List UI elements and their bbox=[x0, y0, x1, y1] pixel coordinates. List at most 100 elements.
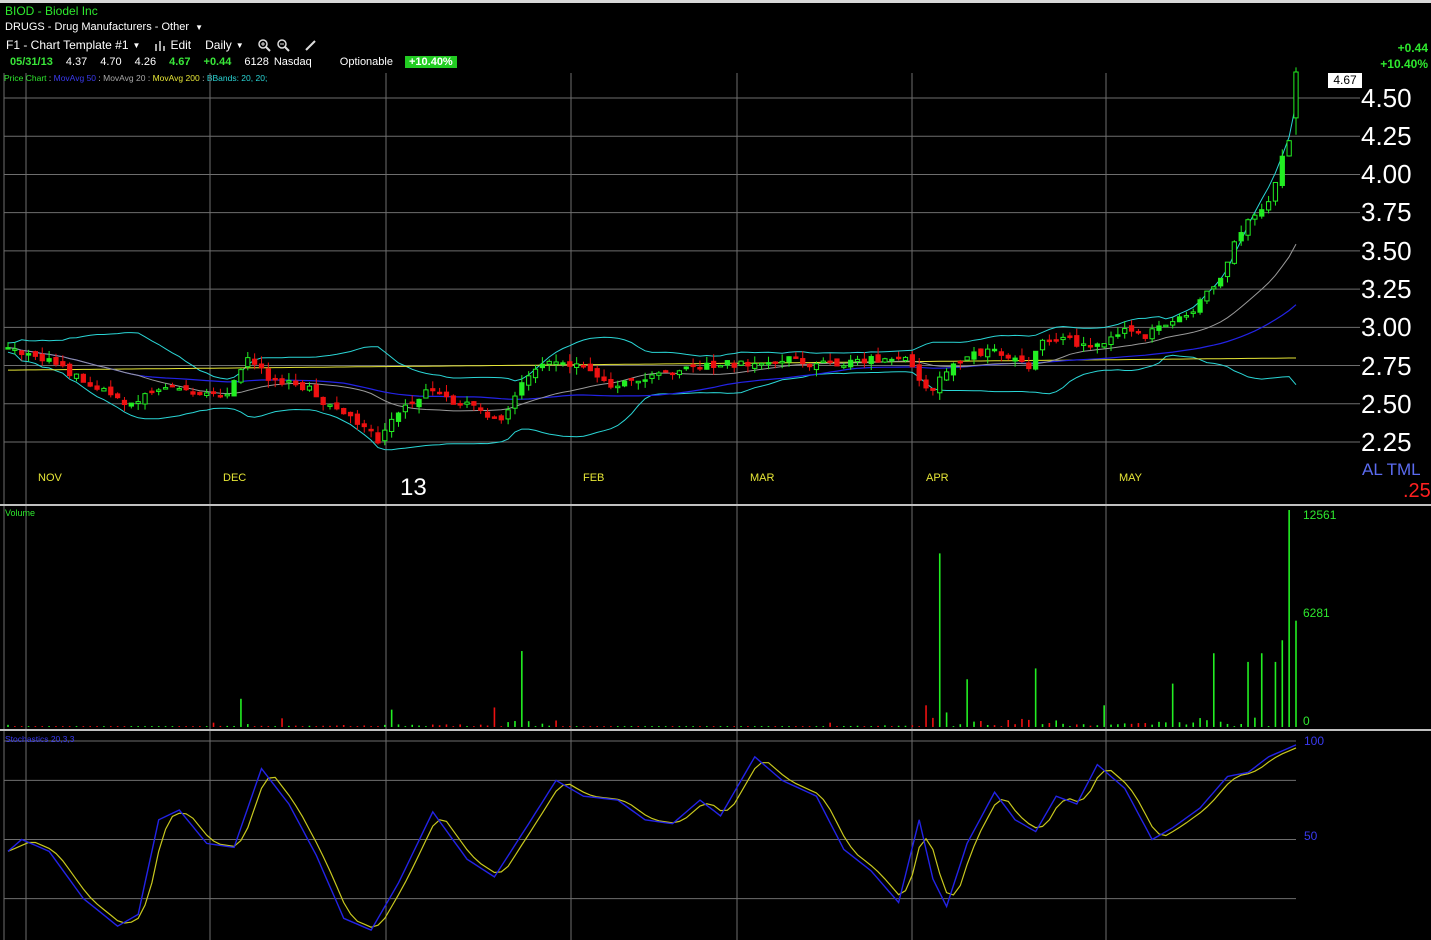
candle-body bbox=[608, 379, 614, 388]
candle-body bbox=[1122, 328, 1128, 334]
candle bbox=[286, 373, 292, 390]
volume-stoch-separator[interactable] bbox=[0, 729, 1431, 731]
candle-body bbox=[224, 393, 230, 397]
candle-body bbox=[313, 384, 319, 398]
candle-body bbox=[258, 363, 265, 369]
x-tick-label: APR bbox=[926, 472, 949, 484]
candle-body bbox=[46, 358, 52, 362]
candle-body bbox=[1115, 334, 1121, 337]
candle-body bbox=[450, 395, 456, 405]
stoch-panel-label: Stochastics 20,3,3 bbox=[5, 734, 75, 744]
candle-body bbox=[162, 387, 169, 390]
candle-body bbox=[601, 376, 607, 382]
candle-body bbox=[656, 372, 662, 376]
candle bbox=[1019, 348, 1025, 363]
candle bbox=[621, 379, 628, 388]
candle bbox=[628, 377, 635, 386]
candle-body bbox=[1128, 325, 1135, 332]
price-volume-separator[interactable] bbox=[0, 504, 1431, 506]
candle-body bbox=[793, 356, 799, 359]
candle bbox=[471, 401, 477, 411]
candle bbox=[142, 392, 148, 410]
candle bbox=[1053, 332, 1059, 344]
candle-body bbox=[375, 432, 381, 444]
candle-body bbox=[197, 391, 203, 396]
candle-body bbox=[1019, 355, 1025, 362]
candle-body bbox=[1238, 232, 1244, 242]
candle bbox=[12, 342, 18, 355]
candle bbox=[135, 394, 141, 410]
candle-body bbox=[423, 389, 429, 399]
candle-body bbox=[1272, 181, 1279, 202]
volume-tick-label: 6281 bbox=[1303, 606, 1330, 620]
candle-body bbox=[724, 360, 730, 366]
candle bbox=[149, 387, 155, 396]
candle-body bbox=[39, 353, 45, 362]
candle-body bbox=[930, 387, 936, 391]
candle-body bbox=[409, 401, 415, 405]
candle-body bbox=[135, 401, 141, 404]
candle-body bbox=[1197, 299, 1203, 313]
candle-body bbox=[80, 373, 86, 383]
candle-body bbox=[574, 363, 580, 368]
candle-body bbox=[875, 354, 881, 363]
candle-body bbox=[978, 348, 984, 356]
candle bbox=[1033, 350, 1039, 371]
candle bbox=[299, 380, 306, 392]
candle-body bbox=[478, 407, 484, 411]
candle bbox=[1265, 195, 1272, 214]
candle bbox=[717, 364, 724, 368]
candle-body bbox=[19, 350, 25, 356]
candle bbox=[574, 357, 580, 375]
candle-body bbox=[882, 358, 888, 363]
candle bbox=[587, 357, 593, 372]
y-tick-label: 2.75 bbox=[1361, 351, 1412, 381]
candle bbox=[1122, 321, 1128, 339]
candle-body bbox=[841, 365, 847, 368]
candle-body bbox=[73, 373, 80, 379]
candle-body bbox=[121, 399, 128, 406]
candle bbox=[197, 391, 203, 396]
candle-body bbox=[1170, 321, 1176, 326]
candle bbox=[656, 371, 662, 381]
candle-body bbox=[820, 360, 826, 364]
candle bbox=[108, 380, 114, 398]
chart-canvas[interactable] bbox=[0, 0, 1431, 940]
candle bbox=[334, 396, 340, 411]
candle bbox=[258, 356, 265, 374]
candle bbox=[1039, 338, 1046, 356]
candle-body bbox=[149, 390, 155, 394]
candle bbox=[539, 357, 546, 372]
candle bbox=[1204, 290, 1210, 305]
candle bbox=[519, 375, 525, 400]
candle bbox=[663, 369, 669, 373]
candle bbox=[1135, 329, 1142, 335]
candle-body bbox=[395, 412, 402, 422]
candle-body bbox=[1067, 335, 1073, 338]
candle-body bbox=[649, 374, 655, 379]
volume-panel-label: Volume bbox=[5, 508, 36, 518]
candle-body bbox=[1060, 336, 1066, 341]
candle-body bbox=[1211, 286, 1217, 290]
candle-body bbox=[1142, 334, 1148, 339]
candle bbox=[1046, 334, 1052, 346]
candle-body bbox=[731, 362, 737, 368]
candle bbox=[1067, 332, 1073, 340]
candle-body bbox=[786, 356, 792, 363]
candle-body bbox=[1012, 357, 1018, 362]
candle-body bbox=[354, 413, 361, 425]
candle bbox=[950, 362, 957, 382]
candle bbox=[683, 366, 689, 371]
candle bbox=[724, 360, 730, 369]
candle-body bbox=[800, 358, 806, 365]
gridlines bbox=[3, 73, 1360, 940]
candle-body bbox=[848, 359, 854, 368]
candle-body bbox=[416, 398, 422, 408]
candle bbox=[1293, 67, 1299, 135]
candle-body bbox=[628, 378, 635, 381]
candle bbox=[964, 356, 970, 361]
candle-body bbox=[464, 401, 470, 405]
candle-body bbox=[553, 361, 559, 365]
candle-body bbox=[1279, 155, 1285, 187]
y-tick-label: 2.25 bbox=[1361, 427, 1412, 457]
